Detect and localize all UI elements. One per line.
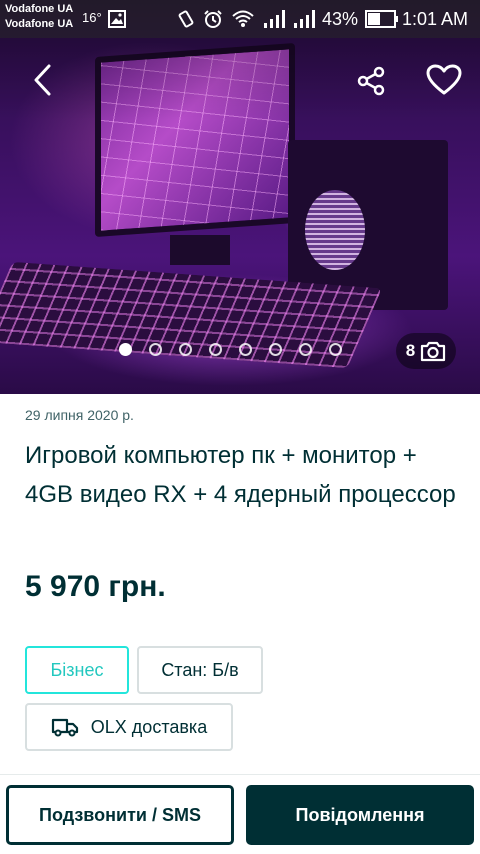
message-button[interactable]: Повідомлення: [246, 785, 474, 845]
condition-tag-label: Стан: Б/в: [161, 659, 239, 680]
pagination-dot[interactable]: [119, 343, 132, 356]
vibrate-icon: [176, 9, 196, 34]
alarm-icon: [203, 9, 223, 34]
back-button[interactable]: [22, 60, 62, 100]
share-button[interactable]: [350, 60, 392, 102]
pagination-dot[interactable]: [149, 343, 162, 356]
battery-icon: [365, 10, 399, 33]
message-label: Повідомлення: [295, 804, 425, 825]
photo-case-fan: [305, 190, 365, 270]
signal-2-icon: [292, 9, 316, 34]
carrier-1: Vodafone UA: [5, 3, 74, 15]
image-icon: [107, 9, 127, 34]
chevron-left-icon: [34, 64, 51, 96]
pagination-dot[interactable]: [329, 343, 342, 356]
clock: 1:01 AM: [402, 9, 469, 29]
battery-percent: 43%: [322, 9, 359, 29]
call-sms-button[interactable]: Подзвонити / SMS: [6, 785, 234, 845]
photo-count-badge[interactable]: 8: [396, 333, 456, 369]
business-tag[interactable]: Бізнес: [25, 646, 129, 694]
favorite-button[interactable]: [422, 58, 466, 102]
share-icon: [357, 66, 385, 96]
pagination-dot[interactable]: [269, 343, 282, 356]
pagination-dot[interactable]: [209, 343, 222, 356]
divider: [0, 774, 480, 775]
listing-title: Игровой компьютер пк + монитор + 4GB вид…: [25, 442, 456, 508]
photo-count: 8: [405, 341, 416, 360]
pagination-dot[interactable]: [239, 343, 252, 356]
heart-icon: [426, 64, 462, 95]
delivery-truck-icon: [51, 718, 78, 737]
carrier-2: Vodafone UA: [5, 18, 74, 30]
signal-1-icon: [262, 9, 286, 34]
camera-icon: [421, 341, 446, 362]
photo-monitor-stand: [170, 235, 230, 265]
listing-date: 29 липня 2020 р.: [25, 407, 134, 423]
listing-price: 5 970 грн.: [25, 570, 166, 603]
delivery-tag-label: OLX доставка: [90, 716, 208, 737]
wifi-icon: [231, 9, 255, 34]
gallery-pagination: [119, 343, 349, 357]
temperature: 16°: [82, 10, 102, 25]
pagination-dot[interactable]: [179, 343, 192, 356]
business-tag-label: Бізнес: [50, 659, 104, 680]
delivery-tag[interactable]: OLX доставка: [25, 703, 233, 751]
condition-tag[interactable]: Стан: Б/в: [137, 646, 263, 694]
pagination-dot[interactable]: [299, 343, 312, 356]
call-sms-label: Подзвонити / SMS: [39, 804, 201, 825]
status-bar: Vodafone UA Vodafone UA 16° 43% 1:01 AM: [0, 0, 480, 38]
